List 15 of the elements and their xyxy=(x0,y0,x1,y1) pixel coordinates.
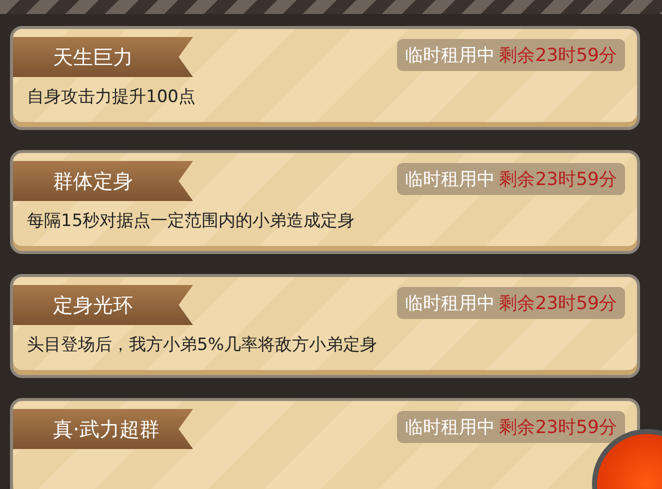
remaining-time: 剩余23时59分 xyxy=(499,293,617,314)
rental-status: 临时租用中 xyxy=(405,45,496,66)
skill-description: 头目登场后，我方小弟5%几率将敌方小弟定身 xyxy=(27,334,378,356)
rental-status: 临时租用中 xyxy=(405,417,496,438)
remaining-time: 剩余23时59分 xyxy=(499,45,617,66)
skill-description: 每隔15秒对据点一定范围内的小弟造成定身 xyxy=(27,210,356,232)
skill-title: 群体定身 xyxy=(13,161,193,201)
remaining-time: 剩余23时59分 xyxy=(499,169,617,190)
rental-status: 临时租用中 xyxy=(405,169,496,190)
skill-title: 定身光环 xyxy=(13,285,193,325)
skill-description: 自身攻击力提升100点 xyxy=(27,86,196,108)
rental-status: 临时租用中 xyxy=(405,293,496,314)
remaining-time: 剩余23时59分 xyxy=(499,417,617,438)
skill-title: 天生巨力 xyxy=(13,37,193,77)
skill-title: 真·武力超群 xyxy=(13,409,193,449)
